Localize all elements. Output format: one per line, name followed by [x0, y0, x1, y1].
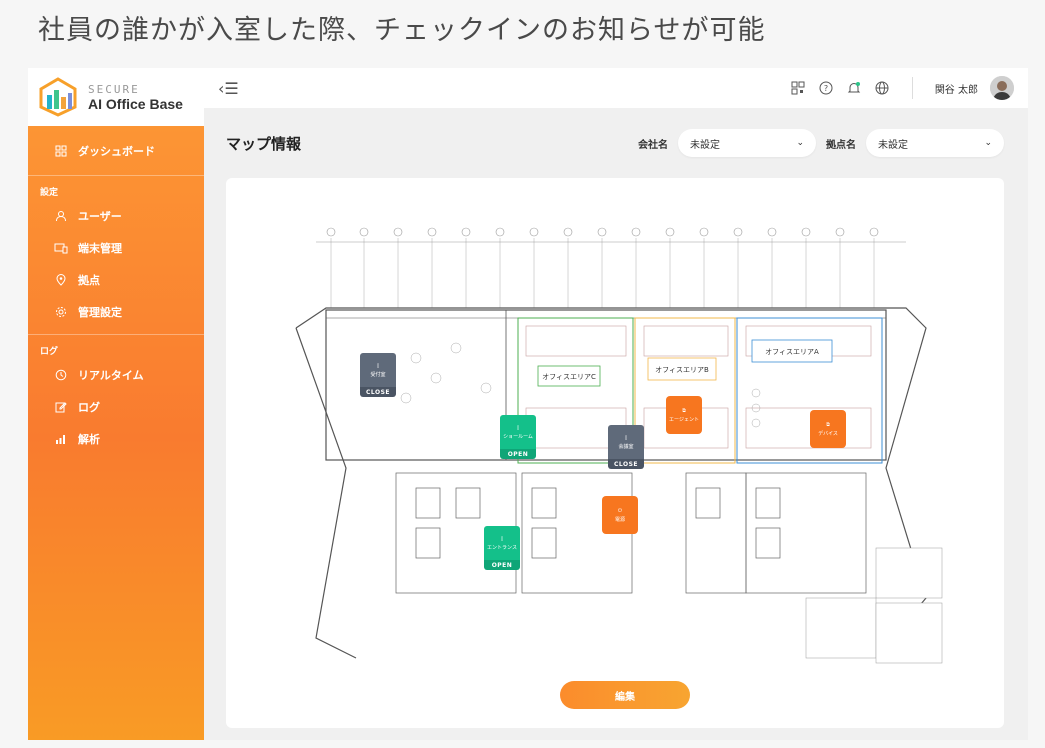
site-label: 拠点名	[826, 139, 856, 151]
sidebar-nav: ダッシュボード 設定 ユーザー 端末管理 拠点 管理設定 ログ リアルタイム ロ…	[28, 126, 204, 455]
sidebar-item-analytics[interactable]: 解析	[28, 423, 204, 455]
notification-bell-icon[interactable]	[846, 80, 862, 96]
caption-text: 社員の誰かが入室した際、チェックインのお知らせが可能	[38, 15, 766, 46]
logo-mark-icon	[39, 77, 77, 117]
sidebar-item-admin-settings[interactable]: 管理設定	[28, 296, 204, 328]
user-icon	[52, 207, 70, 225]
sidebar-item-realtime[interactable]: リアルタイム	[28, 359, 204, 391]
qr-code-icon[interactable]	[790, 80, 806, 96]
company-select[interactable]: 未設定 ⌄	[678, 129, 816, 157]
marker-device[interactable]: ⧉ デバイス	[810, 410, 846, 448]
collapse-sidebar-icon[interactable]: ‹☰	[218, 79, 239, 98]
area-a-label: オフィスエリアA	[765, 348, 819, 356]
logo-top-text: SECURE	[88, 82, 140, 96]
help-icon[interactable]: ?	[818, 80, 834, 96]
door-icon: ▯	[516, 424, 520, 431]
status-badge: OPEN	[500, 449, 536, 459]
nav-divider	[28, 334, 204, 335]
location-pin-icon	[52, 271, 70, 289]
sidebar-item-label: 拠点	[78, 274, 100, 287]
sidebar-item-devices[interactable]: 端末管理	[28, 232, 204, 264]
status-badge: CLOSE	[608, 459, 644, 469]
status-badge: OPEN	[484, 560, 520, 570]
page-header: マップ情報 会社名 未設定 ⌄ 拠点名 未設定 ⌄	[226, 128, 1004, 158]
language-globe-icon[interactable]	[874, 80, 890, 96]
marker-entrance[interactable]: ▯ エントランス OPEN	[484, 526, 520, 570]
edit-log-icon	[52, 398, 70, 416]
site-select[interactable]: 未設定 ⌄	[866, 129, 1004, 157]
sidebar: SECURE AI Office Base ダッシュボード 設定 ユーザー 端末…	[28, 68, 204, 740]
marker-meeting-room[interactable]: ▯ 会議室 CLOSE	[608, 425, 644, 469]
svg-text:?: ?	[824, 84, 828, 93]
door-icon: ▯	[500, 535, 504, 542]
top-bar: ‹☰ ? 関谷 太郎	[204, 68, 1028, 108]
sidebar-item-label: ダッシュボード	[78, 144, 155, 158]
filters: 会社名 未設定 ⌄ 拠点名 未設定 ⌄	[638, 129, 1004, 157]
tablet-icon: ⧉	[682, 407, 686, 414]
nav-section-settings: 設定	[40, 187, 59, 198]
marker-reception[interactable]: ▯ 受付室 CLOSE	[360, 353, 396, 397]
topbar-divider	[911, 77, 913, 99]
edit-button[interactable]: 編集	[560, 681, 690, 709]
clock-icon	[52, 366, 70, 384]
logo[interactable]: SECURE AI Office Base	[28, 68, 204, 126]
username[interactable]: 関谷 太郎	[935, 81, 978, 96]
app-window: SECURE AI Office Base ダッシュボード 設定 ユーザー 端末…	[28, 68, 1028, 740]
sidebar-item-locations[interactable]: 拠点	[28, 264, 204, 296]
chevron-down-icon: ⌄	[984, 138, 992, 148]
sidebar-item-label: ログ	[78, 401, 100, 414]
marker-showroom[interactable]: ▯ ショールーム OPEN	[500, 415, 536, 459]
sidebar-item-label: 端末管理	[78, 242, 122, 255]
door-icon: ▯	[376, 362, 380, 369]
nav-section-log: ログ	[40, 346, 59, 357]
power-icon: ⏻	[618, 507, 622, 514]
marker-agent[interactable]: ⧉ エージェント	[666, 396, 702, 434]
sidebar-item-label: リアルタイム	[78, 369, 144, 382]
site-select-value: 未設定	[878, 139, 908, 151]
tablet-icon: ⧉	[826, 421, 830, 428]
area-b-label: オフィスエリアB	[655, 366, 709, 374]
avatar[interactable]	[990, 76, 1014, 100]
page-title: マップ情報	[226, 135, 302, 153]
status-badge: CLOSE	[360, 387, 396, 397]
logo-bottom-text: AI Office Base	[88, 95, 183, 112]
company-label: 会社名	[638, 139, 668, 151]
door-icon: ▯	[624, 434, 628, 441]
company-select-value: 未設定	[690, 139, 720, 151]
sidebar-item-label: 管理設定	[78, 306, 122, 319]
sidebar-item-log[interactable]: ログ	[28, 391, 204, 423]
dashboard-icon	[52, 142, 70, 160]
bar-chart-icon	[52, 430, 70, 448]
settings-gear-icon	[52, 303, 70, 321]
area-c-label: オフィスエリアC	[542, 373, 596, 381]
sidebar-item-label: ユーザー	[78, 210, 122, 223]
marker-power[interactable]: ⏻ 電源	[602, 496, 638, 534]
sidebar-item-users[interactable]: ユーザー	[28, 200, 204, 232]
chevron-down-icon: ⌄	[796, 138, 804, 148]
sidebar-item-label: 解析	[78, 433, 100, 446]
map-card: オフィスエリアC オフィスエリアB オフィスエリアA ▯ 受付室 CLOSE ▯…	[226, 178, 1004, 728]
sidebar-item-dashboard[interactable]: ダッシュボード	[28, 126, 204, 176]
devices-icon	[52, 239, 70, 257]
